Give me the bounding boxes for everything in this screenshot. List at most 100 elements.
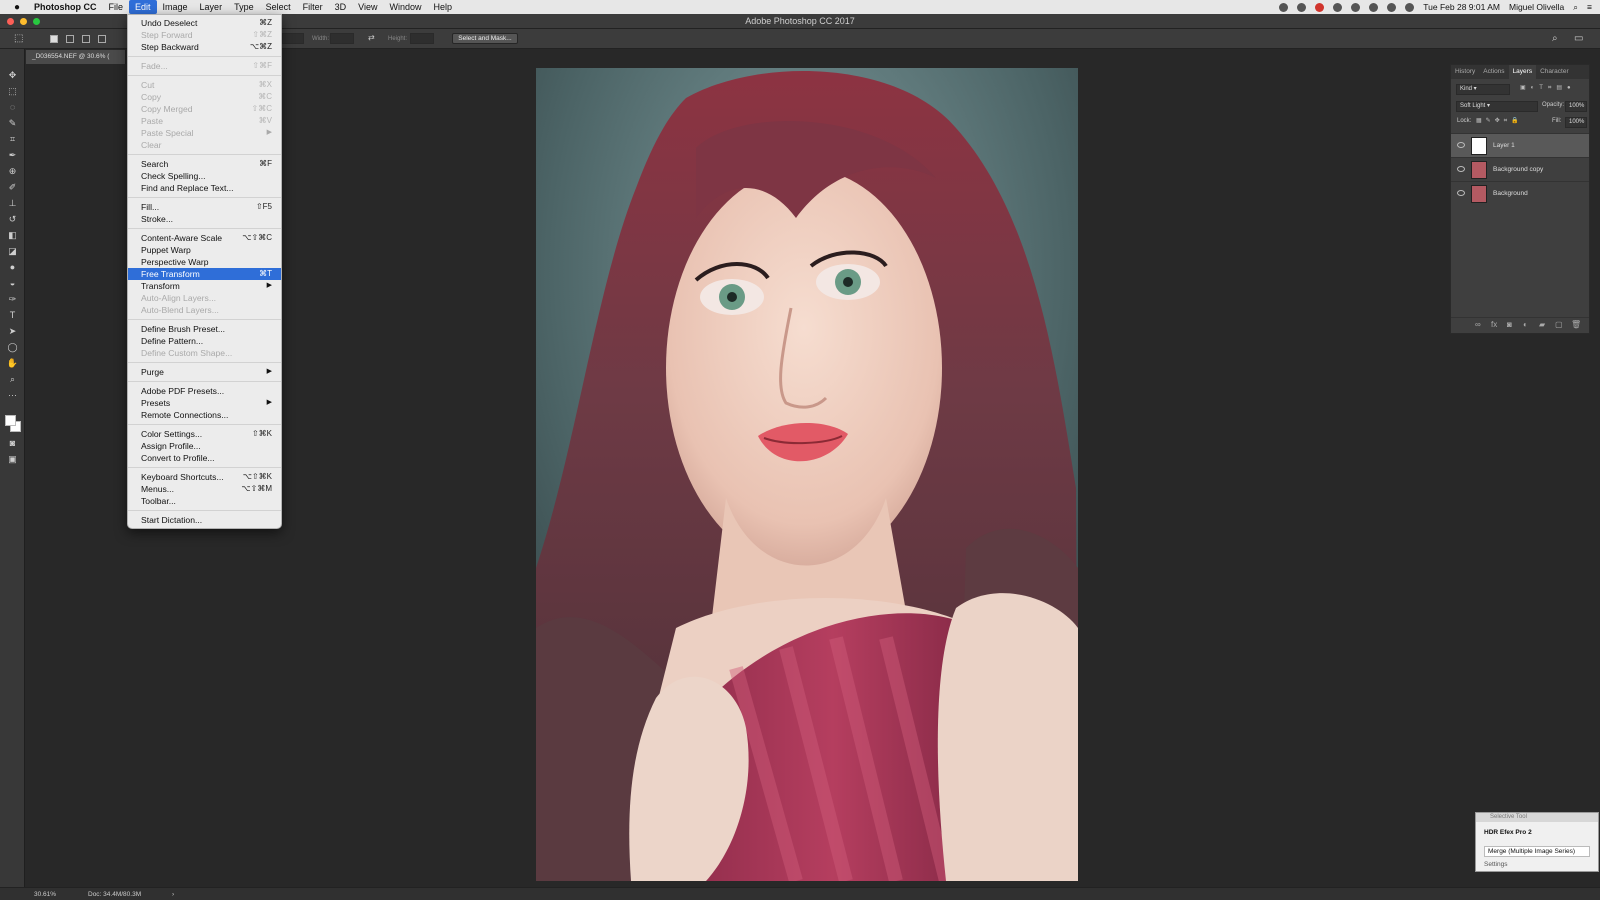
menu-item-transform[interactable]: Transform ▶ bbox=[128, 280, 281, 292]
lock-icons[interactable]: ▦✎✥⌗🔒 bbox=[1476, 117, 1523, 125]
menu-item-puppet-warp[interactable]: Puppet Warp bbox=[128, 244, 281, 256]
menu-item-stroke[interactable]: Stroke... bbox=[128, 213, 281, 225]
tab-layers[interactable]: Layers bbox=[1508, 65, 1537, 79]
user-name[interactable]: Miguel Olivella bbox=[1509, 2, 1564, 12]
visibility-eye-icon[interactable] bbox=[1457, 166, 1465, 172]
nik-settings[interactable]: Settings bbox=[1484, 861, 1590, 868]
menubar-item-edit[interactable]: Edit bbox=[129, 0, 157, 14]
status-arrow-icon[interactable]: › bbox=[172, 891, 174, 898]
volume-icon[interactable] bbox=[1369, 2, 1379, 12]
menu-item-define-pattern[interactable]: Define Pattern... bbox=[128, 335, 281, 347]
tab-history[interactable]: History bbox=[1451, 65, 1479, 79]
type-tool-icon[interactable]: T bbox=[6, 309, 19, 322]
path-selection-tool-icon[interactable]: ➤ bbox=[6, 325, 19, 338]
new-group-icon[interactable]: ▰ bbox=[1539, 320, 1545, 329]
merge-button[interactable]: Merge (Multiple Image Series) bbox=[1484, 846, 1590, 857]
menubar-item-view[interactable]: View bbox=[352, 0, 383, 14]
menu-item-perspective-warp[interactable]: Perspective Warp bbox=[128, 256, 281, 268]
menu-item-purge[interactable]: Purge ▶ bbox=[128, 366, 281, 378]
ellipse-tool-icon[interactable]: ◯ bbox=[6, 341, 19, 354]
style-select[interactable] bbox=[282, 33, 304, 44]
menu-item-find-and-replace-text[interactable]: Find and Replace Text... bbox=[128, 182, 281, 194]
menubar-item-window[interactable]: Window bbox=[383, 0, 427, 14]
menubar-item-select[interactable]: Select bbox=[260, 0, 297, 14]
filter-icons[interactable]: ▣◐T⌗▤● bbox=[1520, 84, 1576, 92]
pen-tool-icon[interactable]: ✑ bbox=[6, 293, 19, 306]
clone-stamp-tool-icon[interactable]: ⊥ bbox=[6, 197, 19, 210]
tab-character[interactable]: Character bbox=[1536, 65, 1573, 79]
visibility-eye-icon[interactable] bbox=[1457, 142, 1465, 148]
menu-item-fill[interactable]: Fill... ⇧F5 bbox=[128, 201, 281, 213]
marquee-tool-preset-icon[interactable]: ⬚ bbox=[14, 33, 23, 44]
subtract-selection-icon[interactable] bbox=[82, 35, 90, 43]
menu-item-color-settings[interactable]: Color Settings... ⇧⌘K bbox=[128, 428, 281, 440]
lasso-tool-icon[interactable]: ◌ bbox=[6, 101, 19, 114]
tab-actions[interactable]: Actions bbox=[1479, 65, 1508, 79]
menu-item-assign-profile[interactable]: Assign Profile... bbox=[128, 440, 281, 452]
cloud-drive-icon[interactable] bbox=[1297, 2, 1307, 12]
swap-dimensions-icon[interactable]: ⇄ bbox=[368, 33, 375, 42]
doc-size[interactable]: Doc: 34.4M/80.3M bbox=[88, 891, 141, 898]
menu-item-define-brush-preset[interactable]: Define Brush Preset... bbox=[128, 323, 281, 335]
workspace-icon[interactable]: ▭ bbox=[1574, 33, 1583, 44]
quick-mask-icon[interactable]: ◙ bbox=[6, 437, 19, 450]
history-brush-tool-icon[interactable]: ↺ bbox=[6, 213, 19, 226]
eraser-tool-icon[interactable]: ◧ bbox=[6, 229, 19, 242]
blur-tool-icon[interactable]: ● bbox=[6, 261, 19, 274]
menu-item-undo-deselect[interactable]: Undo Deselect ⌘Z bbox=[128, 17, 281, 29]
layer-row[interactable]: Background bbox=[1451, 181, 1589, 205]
visibility-eye-icon[interactable] bbox=[1457, 190, 1465, 196]
menu-item-adobe-pdf-presets[interactable]: Adobe PDF Presets... bbox=[128, 385, 281, 397]
healing-brush-tool-icon[interactable]: ⊕ bbox=[6, 165, 19, 178]
menu-item-menus[interactable]: Menus... ⌥⇧⌘M bbox=[128, 483, 281, 495]
screen-mode-icon[interactable]: ▣ bbox=[6, 453, 19, 466]
bluetooth-icon[interactable] bbox=[1387, 2, 1397, 12]
menu-list-icon[interactable]: ≡ bbox=[1587, 2, 1592, 12]
portrait-photo[interactable] bbox=[536, 68, 1078, 881]
hdr-efex-header[interactable]: HDR Efex Pro 2 bbox=[1484, 829, 1590, 836]
blend-mode-select[interactable]: Soft Light ▾ bbox=[1456, 101, 1538, 112]
layer-row[interactable]: Background copy bbox=[1451, 157, 1589, 181]
zoom-level[interactable]: 30.61% bbox=[34, 891, 56, 898]
brush-tool-icon[interactable]: ✐ bbox=[6, 181, 19, 194]
select-and-mask-button[interactable]: Select and Mask... bbox=[452, 33, 518, 44]
add-selection-icon[interactable] bbox=[66, 35, 74, 43]
menubar-item-filter[interactable]: Filter bbox=[297, 0, 329, 14]
menubar-item-help[interactable]: Help bbox=[427, 0, 458, 14]
menubar-item-type[interactable]: Type bbox=[228, 0, 260, 14]
add-mask-icon[interactable]: ◙ bbox=[1507, 320, 1512, 329]
menubar-item-layer[interactable]: Layer bbox=[194, 0, 229, 14]
intersect-selection-icon[interactable] bbox=[98, 35, 106, 43]
menu-item-toolbar[interactable]: Toolbar... bbox=[128, 495, 281, 507]
quick-selection-tool-icon[interactable]: ✎ bbox=[6, 117, 19, 130]
document-tab[interactable]: _D036554.NEF @ 30.6% ( bbox=[26, 50, 126, 64]
adjustment-layer-icon[interactable]: ◐ bbox=[1523, 320, 1528, 329]
new-layer-icon[interactable]: ▢ bbox=[1555, 320, 1563, 329]
move-tool-icon[interactable]: ✥ bbox=[6, 69, 19, 82]
marquee-tool-icon[interactable]: ⬚ bbox=[6, 85, 19, 98]
microphone-icon[interactable] bbox=[1333, 2, 1343, 12]
delete-layer-icon[interactable]: 🗑 bbox=[1571, 320, 1581, 329]
layer-row[interactable]: Layer 1 bbox=[1451, 133, 1589, 157]
new-selection-icon[interactable] bbox=[50, 35, 58, 43]
crop-tool-icon[interactable]: ⌗ bbox=[6, 133, 19, 146]
height-field[interactable] bbox=[410, 33, 434, 44]
selective-tool-title[interactable]: Selective Tool bbox=[1476, 813, 1598, 822]
kind-filter-select[interactable]: Kind ▾ bbox=[1456, 84, 1510, 95]
eyedropper-tool-icon[interactable]: ✒ bbox=[6, 149, 19, 162]
wifi-icon[interactable] bbox=[1405, 2, 1415, 12]
edit-toolbar-icon[interactable]: ··· bbox=[6, 389, 19, 402]
width-field[interactable] bbox=[330, 33, 354, 44]
fill-field[interactable]: 100% bbox=[1565, 117, 1587, 128]
app-menu[interactable]: Photoshop CC bbox=[34, 0, 103, 14]
menubar-item-file[interactable]: File bbox=[103, 0, 130, 14]
notification-icon[interactable] bbox=[1315, 2, 1325, 12]
menu-item-search[interactable]: Search ⌘F bbox=[128, 158, 281, 170]
time-machine-icon[interactable] bbox=[1351, 2, 1361, 12]
menu-item-start-dictation[interactable]: Start Dictation... bbox=[128, 514, 281, 526]
menu-item-step-backward[interactable]: Step Backward ⌥⌘Z bbox=[128, 41, 281, 53]
foreground-color-swatch[interactable] bbox=[5, 415, 16, 426]
menu-item-presets[interactable]: Presets ▶ bbox=[128, 397, 281, 409]
opacity-field[interactable]: 100% bbox=[1565, 101, 1587, 112]
menu-item-content-aware-scale[interactable]: Content-Aware Scale ⌥⇧⌘C bbox=[128, 232, 281, 244]
